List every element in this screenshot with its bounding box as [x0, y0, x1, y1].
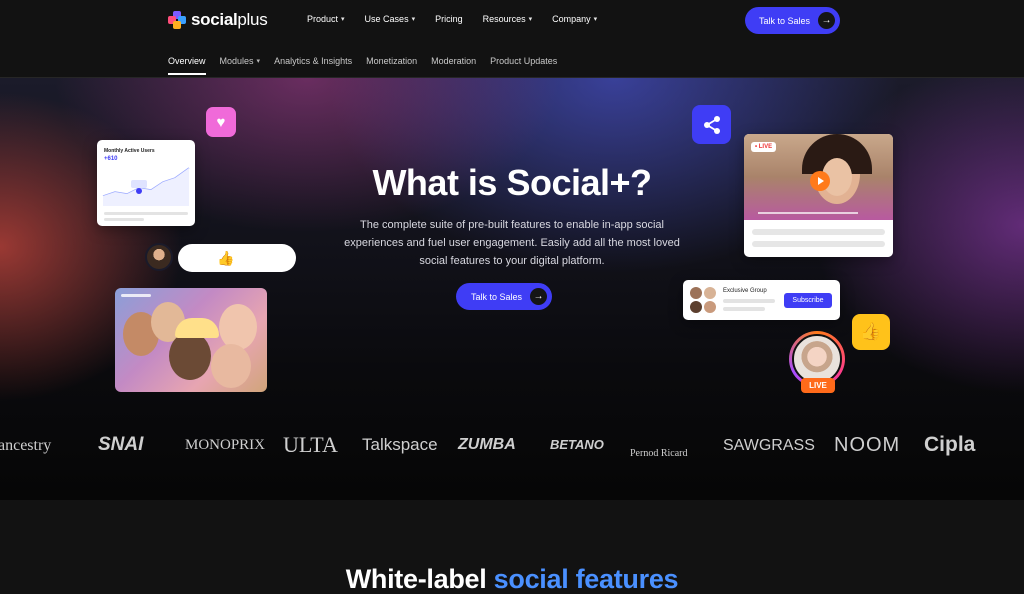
logo-ulta: ULTA [283, 432, 338, 457]
reaction-laugh-icon[interactable]: 😂 [182, 250, 198, 267]
logo-talkspace: Talkspace [362, 435, 438, 454]
main-menu: Product ▾ Use Cases ▾ Pricing Resources ▾ C… [307, 14, 617, 24]
chevron-down-icon: ▾ [528, 16, 533, 23]
video-progress-bar[interactable] [758, 212, 858, 214]
story-progress-bar [121, 294, 151, 297]
thumbs-up-icon: 👍 [852, 314, 890, 350]
mau-title: Monthly Active Users [104, 148, 155, 154]
client-logos: ancestry SNAI MONOPRIX ULTA Talkspace ZU… [0, 430, 1024, 460]
logo-text: socialplus [191, 10, 268, 29]
logo-monoprix: MONOPRIX [185, 437, 266, 453]
chevron-down-icon: ▾ [411, 16, 416, 23]
hero-subtitle: The complete suite of pre-built features… [344, 219, 680, 267]
heart-icon: ♥ [206, 107, 236, 137]
tab-monetization[interactable]: Monetization [366, 56, 417, 66]
arrow-right-icon: → [530, 288, 547, 305]
chevron-down-icon: ▾ [256, 58, 261, 65]
tab-analytics-insights[interactable]: Analytics & Insights [274, 56, 352, 66]
menu-item-use-cases[interactable]: Use Cases ▾ [365, 14, 416, 24]
logo-snai: SNAI [98, 434, 144, 455]
placeholder-line [104, 218, 144, 221]
chevron-down-icon: ▾ [341, 16, 345, 23]
menu-item-pricing[interactable]: Pricing [435, 14, 463, 24]
socialplus-logo[interactable]: socialplus [168, 10, 268, 30]
features-title: White-label social features [345, 564, 679, 594]
placeholder-line [752, 229, 885, 235]
logo-sawgrass: SAWGRASS [723, 437, 815, 454]
group-avatars [690, 287, 718, 313]
hero-talk-to-sales-button[interactable]: Talk to Sales → [456, 283, 552, 310]
reaction-sad-icon[interactable]: 😞 [236, 250, 251, 267]
logo-betano: BETANO [550, 437, 604, 452]
placeholder-line [723, 299, 775, 303]
features-section: White-label social features [0, 500, 1024, 594]
play-icon[interactable] [810, 171, 830, 191]
live-video-card: • LIVE [744, 134, 893, 257]
tab-product-updates[interactable]: Product Updates [490, 56, 557, 66]
sub-navigation: Overview Modules ▾ Analytics & Insights M… [0, 42, 1024, 78]
video-frame: • LIVE [744, 134, 893, 220]
group-selfie-story [115, 288, 267, 392]
logo-ancestry: ancestry [0, 437, 52, 454]
placeholder-line [752, 241, 885, 247]
exclusive-group-card: Exclusive Group Subscribe [683, 280, 840, 320]
reaction-angry-icon[interactable]: 😠 [253, 250, 268, 267]
top-navigation: socialplus Product ▾ Use Cases ▾ Pricing R… [0, 0, 1024, 42]
logo-cipla: Cipla [924, 433, 976, 456]
group-title: Exclusive Group [723, 288, 767, 294]
talk-to-sales-label: Talk to Sales [759, 15, 811, 26]
reaction-like-icon[interactable]: 👍 [217, 250, 234, 267]
tab-moderation[interactable]: Moderation [431, 56, 476, 66]
hero-section: What is Social+? The complete suite of p… [0, 78, 1024, 500]
hero-cta-label: Talk to Sales [471, 291, 523, 302]
mau-line-chart [102, 167, 190, 206]
talk-to-sales-button[interactable]: Talk to Sales → [745, 7, 840, 34]
reaction-bar: 😂 😍 👍 😞 😠 [178, 244, 296, 272]
logo-mark-icon [168, 11, 186, 29]
logo-zumba: ZUMBA [458, 436, 516, 453]
tab-overview[interactable]: Overview [168, 56, 206, 75]
live-badge: LIVE [801, 378, 835, 393]
reaction-love-icon[interactable]: 😍 [200, 250, 215, 267]
chevron-down-icon: ▾ [593, 16, 598, 23]
placeholder-line [723, 307, 765, 311]
menu-item-product[interactable]: Product ▾ [307, 14, 345, 24]
tab-modules[interactable]: Modules ▾ [220, 56, 261, 66]
logo-pernod-ricard: Pernod Ricard [630, 448, 688, 459]
share-icon [692, 105, 731, 144]
monthly-active-users-card: Monthly Active Users +610 [97, 140, 195, 226]
arrow-right-icon: → [818, 12, 835, 29]
live-tag: • LIVE [751, 142, 777, 152]
subscribe-button[interactable]: Subscribe [784, 293, 832, 308]
placeholder-line [104, 212, 188, 215]
menu-item-resources[interactable]: Resources ▾ [483, 14, 533, 24]
menu-item-company[interactable]: Company ▾ [552, 14, 597, 24]
user-avatar [145, 243, 173, 271]
logo-noom: NOOM [834, 434, 901, 456]
